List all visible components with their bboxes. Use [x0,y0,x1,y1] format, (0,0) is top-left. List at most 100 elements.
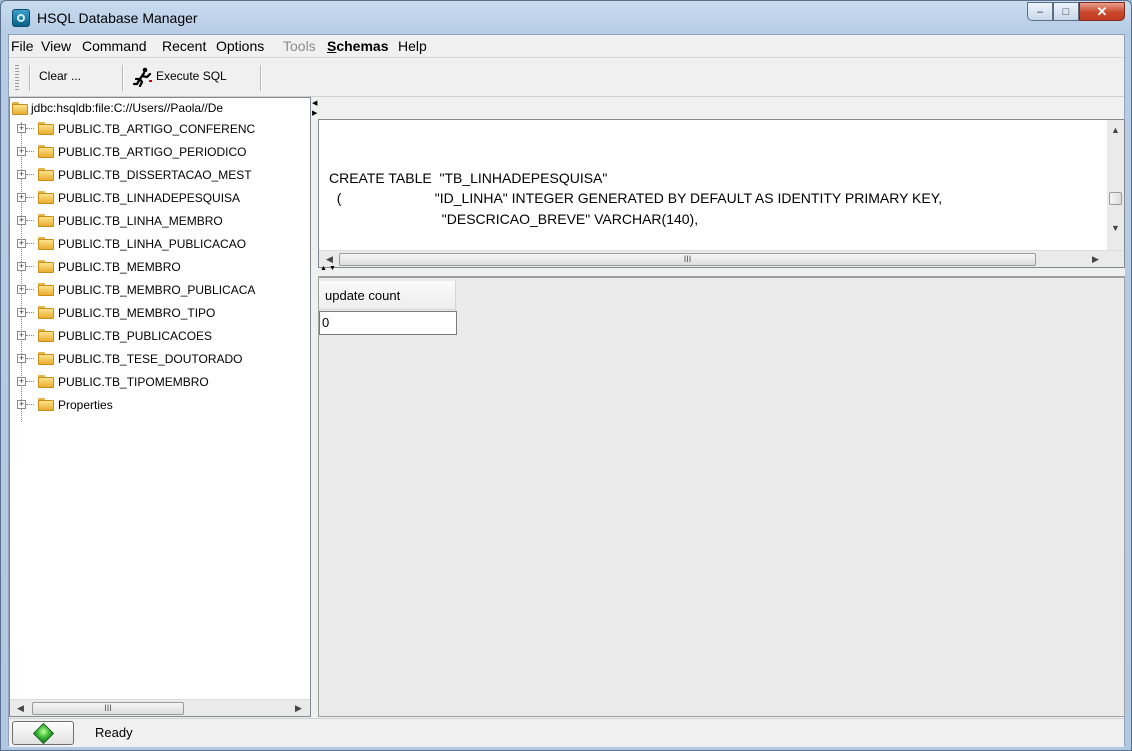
tree-item-label: PUBLIC.TB_DISSERTACAO_MEST [58,168,252,182]
tree-item-label: PUBLIC.TB_TESE_DOUTORADO [58,352,243,366]
title-bar[interactable]: HSQL Database Manager – □ ✕ [1,1,1131,35]
tree-item-label: PUBLIC.TB_ARTIGO_CONFERENC [58,122,256,136]
tree-item-label: PUBLIC.TB_MEMBRO_PUBLICACA [58,283,256,297]
scroll-right-icon[interactable]: ▶ [290,700,307,716]
folder-icon [38,398,54,411]
green-status-light-icon [32,722,55,745]
tree-connector [26,358,34,359]
tree-connector [26,151,34,152]
hsql-app-icon [12,9,30,27]
collapse-left-icon[interactable]: ◀ [312,99,317,107]
scroll-up-icon[interactable]: ▲ [1107,122,1124,139]
close-button[interactable]: ✕ [1079,2,1125,21]
toolbar-separator [29,65,31,91]
menu-bar: File View Command Recent Options Tools S… [9,35,1124,58]
maximize-button[interactable]: □ [1053,2,1079,21]
folder-icon [38,306,54,319]
collapse-up-icon[interactable]: ▲ [320,265,327,272]
minimize-button[interactable]: – [1027,2,1053,21]
scroll-thumb[interactable]: III [32,702,184,715]
tree-connector [26,197,34,198]
menu-help[interactable]: Help [398,38,427,54]
results-cell[interactable]: 0 [319,311,457,335]
editor-vertical-scrollbar[interactable]: ▲ ▼ [1107,120,1124,250]
sql-line: "DESCRICAO_BREVE" VARCHAR(140), [329,211,699,227]
folder-icon [38,214,54,227]
tree-item-label: Properties [58,398,113,412]
folder-icon [38,191,54,204]
status-indicator [12,721,74,745]
sql-editor[interactable]: CREATE TABLE "TB_LINHADEPESQUISA" ( "ID_… [318,119,1125,268]
tree-connector [26,266,34,267]
tree-item-label: PUBLIC.TB_LINHA_PUBLICACAO [58,237,247,251]
expand-icon[interactable]: + [17,377,26,386]
expand-icon[interactable]: + [17,239,26,248]
tree-root-connection[interactable]: jdbc:hsqldb:file:C://Users//Paola//De [31,101,223,115]
tree-item-label: PUBLIC.TB_ARTIGO_PERIODICO [58,145,247,159]
scroll-thumb[interactable] [1109,192,1122,205]
tree-item-label: PUBLIC.TB_MEMBRO_TIPO [58,306,216,320]
expand-icon[interactable]: + [17,308,26,317]
toolbar: Clear ... Execute SQL [9,59,1124,97]
menu-options[interactable]: Options [216,38,264,54]
status-text: Ready [95,725,133,740]
collapse-right-icon[interactable]: ▶ [312,109,317,117]
tree-connector [26,289,34,290]
menu-schemas-label: chemas [336,38,389,54]
expand-icon[interactable]: + [17,331,26,340]
expand-icon[interactable]: + [17,193,26,202]
window-title: HSQL Database Manager [37,10,198,26]
menu-tools: Tools [283,38,316,54]
toolbar-grip[interactable] [15,65,19,91]
folder-icon [38,122,54,135]
folder-icon [38,375,54,388]
execute-sql-button[interactable]: Execute SQL [156,69,227,83]
tree-connector [26,243,34,244]
collapse-down-icon[interactable]: ▼ [329,265,336,272]
menu-schemas[interactable]: Schemas [327,38,389,54]
tree-connector [26,174,34,175]
scroll-thumb[interactable]: III [339,253,1036,266]
sql-line: ( "ID_LINHA" INTEGER GENERATED BY DEFAUL… [329,190,943,206]
scroll-down-icon[interactable]: ▼ [1107,220,1124,237]
expand-icon[interactable]: + [17,216,26,225]
folder-icon [38,283,54,296]
tree-connector [26,335,34,336]
folder-icon [38,329,54,342]
vertical-splitter[interactable]: ◀ ▶ [311,97,318,717]
expand-icon[interactable]: + [17,147,26,156]
folder-icon [38,237,54,250]
tree-item-label: PUBLIC.TB_MEMBRO [58,260,181,274]
expand-icon[interactable]: + [17,170,26,179]
folder-icon [12,102,28,115]
editor-horizontal-scrollbar[interactable]: ◀ III ▶ [319,250,1124,267]
running-man-icon [132,67,152,87]
expand-icon[interactable]: + [17,262,26,271]
scroll-left-icon[interactable]: ◀ [12,700,29,716]
expand-icon[interactable]: + [17,400,26,409]
expand-icon[interactable]: + [17,354,26,363]
menu-file[interactable]: File [11,38,34,54]
horizontal-splitter[interactable]: ▲ ▼ [318,265,1125,277]
expand-icon[interactable]: + [17,285,26,294]
toolbar-separator [260,65,262,91]
tree-connector [26,312,34,313]
menu-recent[interactable]: Recent [162,38,206,54]
expand-icon[interactable]: + [17,124,26,133]
scroll-right-icon[interactable]: ▶ [1087,251,1104,267]
tree-horizontal-scrollbar[interactable]: ◀ III ▶ [10,699,310,716]
tree-connector [26,220,34,221]
tree-connector [26,128,34,129]
status-bar: Ready [9,718,1124,747]
sql-line: CREATE TABLE "TB_LINHADEPESQUISA" [329,170,608,186]
results-column-header[interactable]: update count [319,281,456,310]
schema-tree[interactable]: jdbc:hsqldb:file:C://Users//Paola//De + … [9,97,311,717]
tree-item-label: PUBLIC.TB_TIPOMEMBRO [58,375,209,389]
tree-item-label: PUBLIC.TB_LINHADEPESQUISA [58,191,241,205]
tree-item-label: PUBLIC.TB_PUBLICACOES [58,329,213,343]
menu-command[interactable]: Command [82,38,147,54]
folder-icon [38,352,54,365]
tree-item-label: PUBLIC.TB_LINHA_MEMBRO [58,214,223,228]
menu-view[interactable]: View [41,38,71,54]
clear-button[interactable]: Clear ... [39,69,81,83]
